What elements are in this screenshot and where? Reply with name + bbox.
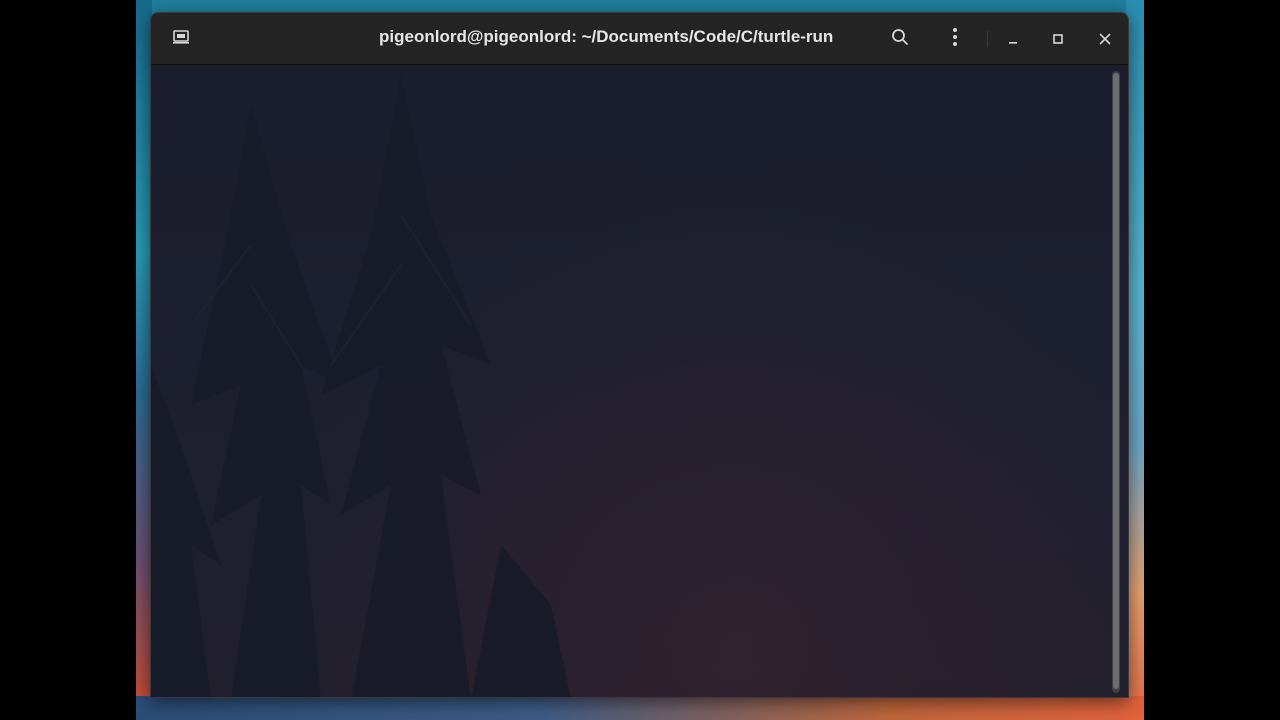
wallpaper-bottom-strip — [136, 696, 1144, 720]
terminal-scrollbar[interactable] — [1112, 71, 1120, 693]
titlebar-separator — [987, 31, 988, 47]
kebab-menu-icon — [952, 27, 958, 51]
terminal-output-area[interactable] — [151, 65, 1128, 697]
maximize-button[interactable] — [1044, 25, 1072, 53]
menu-button[interactable] — [941, 25, 969, 53]
search-button[interactable] — [886, 25, 914, 53]
minimize-button[interactable] — [999, 25, 1027, 53]
window-titlebar[interactable]: pigeonlord@pigeonlord: ~/Documents/Code/… — [151, 13, 1128, 65]
close-button[interactable] — [1091, 25, 1119, 53]
terminal-new-tab-icon — [172, 29, 190, 49]
scrollbar-thumb[interactable] — [1113, 73, 1119, 689]
window-title: pigeonlord@pigeonlord: ~/Documents/Code/… — [379, 27, 834, 46]
letterbox-right — [1144, 0, 1280, 720]
close-icon — [1099, 30, 1111, 49]
wallpaper-trees-overlay — [151, 75, 571, 697]
search-icon — [891, 28, 909, 50]
minimize-icon — [1007, 30, 1019, 49]
maximize-icon — [1052, 30, 1064, 49]
new-tab-button[interactable] — [167, 25, 195, 53]
letterbox-left — [0, 0, 136, 720]
terminal-window: pigeonlord@pigeonlord: ~/Documents/Code/… — [150, 12, 1129, 698]
